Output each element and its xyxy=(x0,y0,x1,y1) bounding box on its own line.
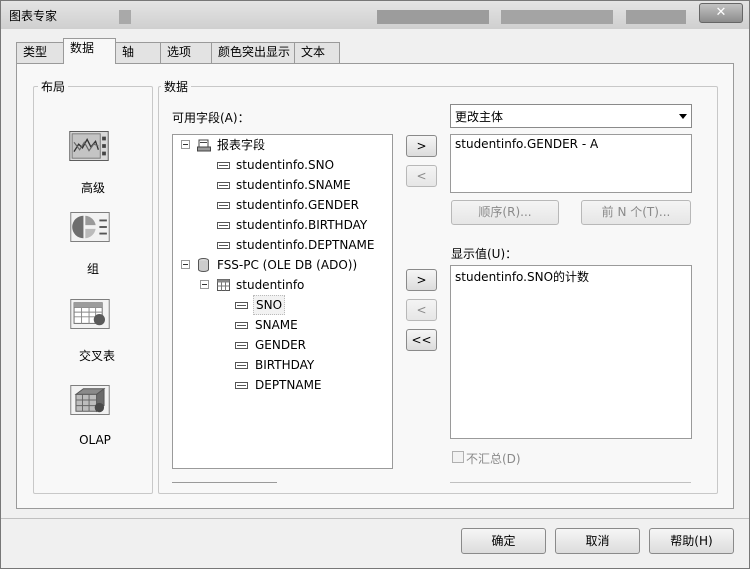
tree-item-field[interactable]: GENDER xyxy=(173,335,392,355)
tree-item-label: studentinfo.BIRTHDAY xyxy=(236,218,368,232)
show-values-list[interactable]: studentinfo.SNO的计数 xyxy=(450,265,692,439)
layout-label-advanced: 高级 xyxy=(80,181,105,195)
database-icon xyxy=(198,258,209,272)
add-show-value-button[interactable]: > xyxy=(406,269,437,291)
tree-item-label: SNAME xyxy=(255,318,298,332)
tree-item-field[interactable]: studentinfo.DEPTNAME xyxy=(173,235,392,255)
tree-node-connection[interactable]: FSS-PC (OLE DB (ADO)) xyxy=(173,255,392,275)
field-icon xyxy=(235,382,248,389)
on-change-dropdown-value: 更改主体 xyxy=(455,110,504,124)
title-bar-decoration xyxy=(377,10,489,24)
field-icon xyxy=(217,202,230,209)
dont-summarize-label: 不汇总(D) xyxy=(466,452,521,466)
on-change-list[interactable]: studentinfo.GENDER - A xyxy=(450,134,692,193)
field-icon xyxy=(217,222,230,229)
tree-node-label: FSS-PC (OLE DB (ADO)) xyxy=(217,258,358,272)
title-bar-decoration xyxy=(626,10,686,24)
tree-item-field[interactable]: studentinfo.BIRTHDAY xyxy=(173,215,392,235)
tab-type[interactable]: 类型 xyxy=(16,42,64,63)
top-n-button[interactable]: 前 N 个(T)... xyxy=(581,200,691,225)
dont-summarize-checkbox[interactable] xyxy=(452,451,464,463)
tree-item-label: studentinfo.SNAME xyxy=(236,178,351,192)
report-fields-icon xyxy=(197,139,211,152)
collapse-icon[interactable] xyxy=(181,260,190,269)
remove-all-show-values-button[interactable]: << xyxy=(406,329,437,351)
layout-label-crosstab: 交叉表 xyxy=(78,349,115,363)
divider xyxy=(450,482,691,483)
list-item[interactable]: studentinfo.SNO的计数 xyxy=(455,268,589,285)
show-values-label: 显示值(U)： xyxy=(451,247,518,261)
tab-text[interactable]: 文本 xyxy=(294,42,340,63)
tab-color-highlight[interactable]: 颜色突出显示 xyxy=(211,42,295,63)
tree-item-label: studentinfo.DEPTNAME xyxy=(236,238,375,252)
available-fields-tree[interactable]: 报表字段 studentinfo.SNO studentinfo.SNAME s… xyxy=(172,134,393,469)
tab-data[interactable]: 数据 xyxy=(63,38,116,64)
field-icon xyxy=(217,182,230,189)
olap-chart-icon xyxy=(70,385,110,415)
footer-divider xyxy=(1,518,749,519)
tree-node-table[interactable]: studentinfo xyxy=(173,275,392,295)
tree-item-field[interactable]: SNO xyxy=(173,295,392,315)
collapse-icon[interactable] xyxy=(200,280,209,289)
group-chart-icon xyxy=(70,212,110,242)
field-icon xyxy=(217,242,230,249)
remove-show-value-button[interactable]: < xyxy=(406,299,437,321)
field-icon xyxy=(235,322,248,329)
tree-item-label: studentinfo.SNO xyxy=(236,158,335,172)
list-item[interactable]: studentinfo.GENDER - A xyxy=(455,137,598,151)
table-icon xyxy=(217,279,230,291)
tree-item-field[interactable]: SNAME xyxy=(173,315,392,335)
remove-on-change-button[interactable]: < xyxy=(406,165,437,187)
tree-node-report-fields[interactable]: 报表字段 xyxy=(173,135,392,155)
close-icon: ✕ xyxy=(715,5,727,20)
tree-item-label: SNO xyxy=(253,295,286,315)
tab-options[interactable]: 选项 xyxy=(160,42,212,63)
crosstab-chart-icon xyxy=(70,299,110,329)
tree-node-label: 报表字段 xyxy=(217,138,266,152)
data-group-title: 数据 xyxy=(161,78,192,95)
title-bar-decoration xyxy=(119,10,131,24)
collapse-icon[interactable] xyxy=(181,140,190,149)
layout-label-olap: OLAP xyxy=(79,433,111,447)
tree-item-field[interactable]: DEPTNAME xyxy=(173,375,392,395)
available-fields-label: 可用字段(A)： xyxy=(172,111,250,125)
add-on-change-button[interactable]: > xyxy=(406,135,437,157)
on-change-dropdown[interactable]: 更改主体 xyxy=(450,104,692,128)
tree-item-field[interactable]: studentinfo.SNAME xyxy=(173,175,392,195)
window-title: 图表专家 xyxy=(9,9,58,23)
tree-item-label: GENDER xyxy=(255,338,307,352)
chevron-down-icon xyxy=(679,114,687,119)
field-icon xyxy=(217,162,230,169)
tree-item-field[interactable]: studentinfo.SNO xyxy=(173,155,392,175)
order-button[interactable]: 顺序(R)... xyxy=(451,200,559,225)
title-bar: 图表专家 ✕ xyxy=(1,1,749,29)
ok-button[interactable]: 确定 xyxy=(461,528,546,554)
layout-group-title: 布局 xyxy=(38,78,69,95)
close-button[interactable]: ✕ xyxy=(699,3,743,23)
divider xyxy=(172,482,277,483)
tree-item-label: BIRTHDAY xyxy=(255,358,315,372)
cancel-button[interactable]: 取消 xyxy=(555,528,640,554)
layout-label-group: 组 xyxy=(86,262,99,276)
field-icon xyxy=(235,342,248,349)
advanced-chart-icon xyxy=(69,131,109,161)
tree-item-label: DEPTNAME xyxy=(255,378,322,392)
field-icon xyxy=(235,302,248,309)
field-icon xyxy=(235,362,248,369)
chart-expert-dialog: 图表专家 ✕ 类型 数据 轴 选项 颜色突出显示 文本 布局 高级 组 交叉表 … xyxy=(0,0,750,569)
tree-item-label: studentinfo.GENDER xyxy=(236,198,359,212)
title-bar-decoration xyxy=(501,10,613,24)
tree-item-field[interactable]: studentinfo.GENDER xyxy=(173,195,392,215)
tab-axis[interactable]: 轴 xyxy=(115,42,161,63)
tree-item-field[interactable]: BIRTHDAY xyxy=(173,355,392,375)
tree-node-label: studentinfo xyxy=(236,278,305,292)
help-button[interactable]: 帮助(H) xyxy=(649,528,734,554)
